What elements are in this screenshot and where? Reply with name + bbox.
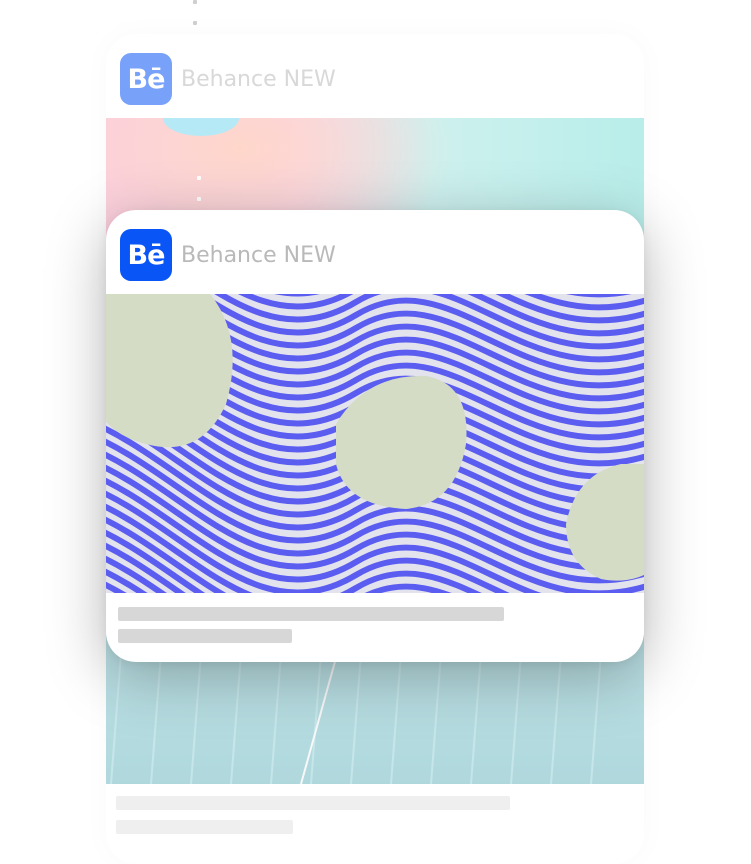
dots-icon bbox=[197, 176, 201, 180]
behance-logo-icon: Bē bbox=[120, 53, 172, 105]
back-skeleton-line-2 bbox=[116, 820, 293, 834]
front-card-header: Bē Behance NEW bbox=[106, 210, 644, 294]
back-card-app-name: Behance NEW bbox=[181, 67, 336, 92]
back-card-header: Bē Behance NEW bbox=[106, 34, 644, 118]
dots-icon bbox=[197, 197, 201, 201]
dots-icon bbox=[193, 0, 197, 4]
front-card-app-name: Behance NEW bbox=[181, 243, 336, 268]
dots-icon bbox=[193, 21, 197, 25]
front-card-image bbox=[106, 294, 644, 593]
front-post-card[interactable]: Bē Behance NEW bbox=[106, 210, 644, 662]
back-skeleton-line-1 bbox=[116, 796, 510, 810]
wave-artwork bbox=[106, 294, 644, 593]
behance-logo-icon: Bē bbox=[120, 229, 172, 281]
skeleton-subtitle-line bbox=[118, 629, 292, 643]
skeleton-title-line bbox=[118, 607, 504, 621]
